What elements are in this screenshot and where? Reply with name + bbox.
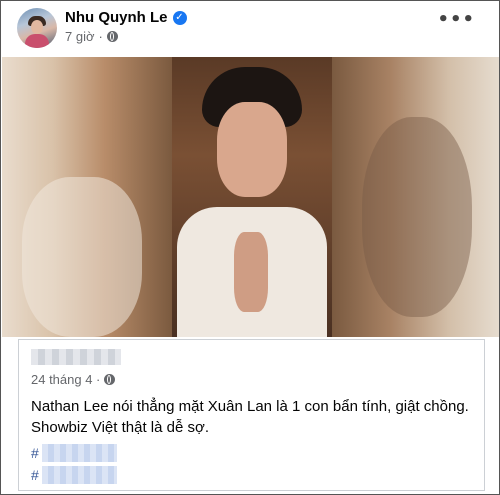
shared-meta: 24 tháng 4 · [31,372,116,387]
shared-timestamp[interactable]: 24 tháng 4 · [31,372,100,387]
video-blur-left [2,57,172,337]
video-person [217,102,287,197]
more-options-icon[interactable]: ••• [437,11,475,29]
post-card: Nhu Quynh Le ✓ 7 giờ · ••• 24 tháng 4 · … [0,0,500,495]
hashtag-link[interactable]: # [31,466,117,484]
shared-post: 24 tháng 4 · Nathan Lee nói thẳng mặt Xu… [18,339,485,491]
post-video[interactable] [2,57,499,337]
author-name[interactable]: Nhu Quynh Le [65,9,168,26]
author-avatar[interactable] [17,8,57,48]
video-blur-right [332,57,499,337]
hashtag-redacted [41,466,117,484]
verified-badge-icon: ✓ [172,10,187,25]
shared-author-redacted[interactable] [31,349,121,365]
hashtag-redacted [41,444,117,462]
shared-caption: Nathan Lee nói thẳng mặt Xuân Lan là 1 c… [31,398,469,436]
post-meta: 7 giờ · [65,29,118,44]
author-row: Nhu Quynh Le ✓ [65,9,187,26]
globe-icon [104,374,116,385]
globe-icon [106,31,118,42]
post-timestamp[interactable]: 7 giờ [65,29,95,44]
hashtag-link[interactable]: # [31,444,117,462]
